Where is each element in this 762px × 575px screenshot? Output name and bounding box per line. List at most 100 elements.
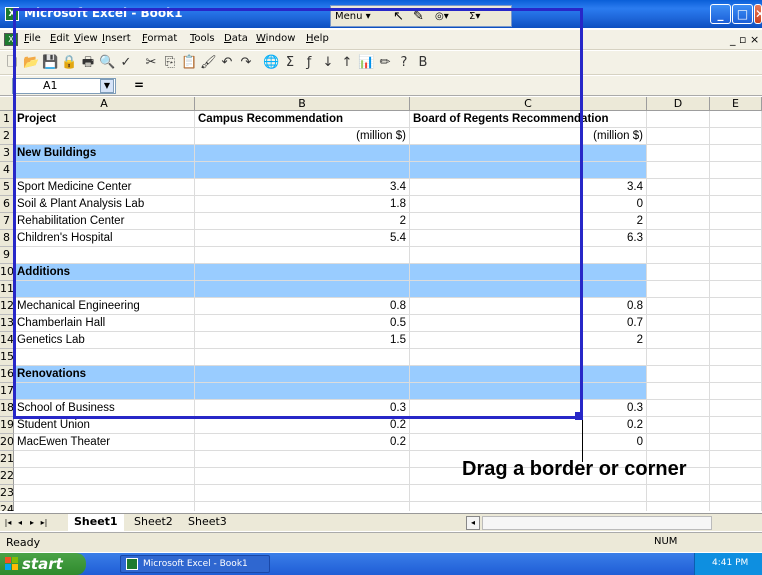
- cell-a20[interactable]: MacEwen Theater: [14, 434, 195, 451]
- menu-file[interactable]: File: [24, 33, 41, 44]
- cell-b20[interactable]: 0.2: [195, 434, 410, 451]
- document-window-controls[interactable]: _ ▫ ×: [730, 33, 759, 46]
- sort-ascending-icon[interactable]: ↓: [320, 55, 336, 71]
- start-button[interactable]: start: [0, 553, 86, 575]
- cell-a10[interactable]: Additions: [14, 264, 195, 281]
- cell-d6[interactable]: [647, 196, 710, 213]
- cell-e6[interactable]: [710, 196, 762, 213]
- cell-c15[interactable]: [410, 349, 647, 366]
- spelling-icon[interactable]: ✓: [118, 55, 134, 71]
- row-header[interactable]: 13: [0, 315, 14, 332]
- cell-a21[interactable]: [14, 451, 195, 468]
- cell-d13[interactable]: [647, 315, 710, 332]
- cell-e19[interactable]: [710, 417, 762, 434]
- row-header[interactable]: 14: [0, 332, 14, 349]
- minimize-button[interactable]: _: [710, 4, 731, 24]
- cell-b2[interactable]: (million $): [195, 128, 410, 145]
- menu-view[interactable]: View: [74, 33, 98, 44]
- cell-d1[interactable]: [647, 111, 710, 128]
- menu-data[interactable]: Data: [224, 33, 248, 44]
- cell-e13[interactable]: [710, 315, 762, 332]
- cell-b8[interactable]: 5.4: [195, 230, 410, 247]
- cell-e14[interactable]: [710, 332, 762, 349]
- first-sheet-button[interactable]: |◂: [2, 516, 14, 530]
- maximize-button[interactable]: □: [732, 4, 753, 24]
- row-header[interactable]: 15: [0, 349, 14, 366]
- pointer-icon[interactable]: ↖: [393, 9, 404, 25]
- cell-d23[interactable]: [647, 485, 710, 502]
- cell-b19[interactable]: 0.2: [195, 417, 410, 434]
- cell-c24[interactable]: [410, 502, 647, 511]
- cell-a5[interactable]: Sport Medicine Center: [14, 179, 195, 196]
- cell-c3[interactable]: [410, 145, 647, 162]
- cell-e15[interactable]: [710, 349, 762, 366]
- cell-c2[interactable]: (million $): [410, 128, 647, 145]
- excel-app-icon[interactable]: X: [5, 7, 19, 21]
- cell-c19[interactable]: 0.2: [410, 417, 647, 434]
- sort-descending-icon[interactable]: ↑: [339, 55, 355, 71]
- last-sheet-button[interactable]: ▸|: [38, 516, 50, 530]
- cell-c1[interactable]: Board of Regents Recommendation: [410, 111, 647, 128]
- hyperlink-icon[interactable]: 🌐: [263, 55, 279, 71]
- row-header[interactable]: 20: [0, 434, 14, 451]
- next-sheet-button[interactable]: ▸: [26, 516, 38, 530]
- cell-a7[interactable]: Rehabilitation Center: [14, 213, 195, 230]
- cell-e17[interactable]: [710, 383, 762, 400]
- print-preview-icon[interactable]: 🔍: [99, 55, 115, 71]
- menu-edit[interactable]: Edit: [50, 33, 69, 44]
- cell-a17[interactable]: [14, 383, 195, 400]
- help-icon[interactable]: ?: [396, 55, 412, 71]
- tab-sheet1[interactable]: Sheet1: [68, 514, 124, 531]
- cell-d9[interactable]: [647, 247, 710, 264]
- cell-b18[interactable]: 0.3: [195, 400, 410, 417]
- cell-b15[interactable]: [195, 349, 410, 366]
- row-header[interactable]: 11: [0, 281, 14, 298]
- cell-a9[interactable]: [14, 247, 195, 264]
- sigma-icon[interactable]: Σ▾: [469, 9, 480, 25]
- row-header[interactable]: 6: [0, 196, 14, 213]
- cell-a22[interactable]: [14, 468, 195, 485]
- close-button[interactable]: ✕: [754, 4, 762, 24]
- cell-c20[interactable]: 0: [410, 434, 647, 451]
- cell-d5[interactable]: [647, 179, 710, 196]
- cell-b1[interactable]: Campus Recommendation: [195, 111, 410, 128]
- cell-e20[interactable]: [710, 434, 762, 451]
- cell-b13[interactable]: 0.5: [195, 315, 410, 332]
- menu-insert[interactable]: Insert: [102, 33, 131, 44]
- column-header-d[interactable]: D: [647, 97, 710, 111]
- cell-e4[interactable]: [710, 162, 762, 179]
- cell-c6[interactable]: 0: [410, 196, 647, 213]
- cell-d17[interactable]: [647, 383, 710, 400]
- cell-e18[interactable]: [710, 400, 762, 417]
- column-header-b[interactable]: B: [195, 97, 410, 111]
- cell-e8[interactable]: [710, 230, 762, 247]
- cell-c17[interactable]: [410, 383, 647, 400]
- cell-a18[interactable]: School of Business: [14, 400, 195, 417]
- cell-b23[interactable]: [195, 485, 410, 502]
- prev-sheet-button[interactable]: ◂: [14, 516, 26, 530]
- cell-e7[interactable]: [710, 213, 762, 230]
- cell-a14[interactable]: Genetics Lab: [14, 332, 195, 349]
- cell-a1[interactable]: Project: [14, 111, 195, 128]
- row-header[interactable]: 5: [0, 179, 14, 196]
- workbook-icon[interactable]: X: [4, 33, 18, 46]
- cell-a15[interactable]: [14, 349, 195, 366]
- cell-e11[interactable]: [710, 281, 762, 298]
- cell-d12[interactable]: [647, 298, 710, 315]
- menu-help[interactable]: Help: [306, 33, 329, 44]
- row-header[interactable]: 23: [0, 485, 14, 502]
- eraser-icon[interactable]: ◎▾: [435, 9, 449, 25]
- scroll-left-button[interactable]: ◂: [466, 516, 480, 530]
- redo-icon[interactable]: ↷: [238, 55, 254, 71]
- cell-b16[interactable]: [195, 366, 410, 383]
- cell-e16[interactable]: [710, 366, 762, 383]
- tab-sheet2[interactable]: Sheet2: [128, 514, 179, 531]
- menu-tools[interactable]: Tools: [190, 33, 215, 44]
- row-header[interactable]: 1: [0, 111, 14, 128]
- chevron-down-icon[interactable]: ▼: [100, 79, 114, 93]
- cell-e5[interactable]: [710, 179, 762, 196]
- cell-c11[interactable]: [410, 281, 647, 298]
- function-icon[interactable]: ƒ: [301, 55, 317, 71]
- drawing-icon[interactable]: ✏: [377, 55, 393, 71]
- row-header[interactable]: 3: [0, 145, 14, 162]
